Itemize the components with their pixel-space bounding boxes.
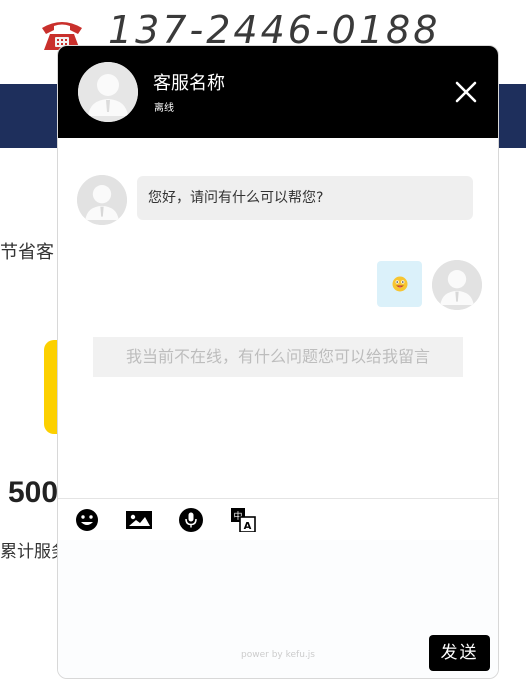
chat-header: 客服名称 离线	[58, 46, 498, 138]
send-button[interactable]: 发送	[429, 635, 490, 671]
chat-toolbar: 中 A	[58, 498, 498, 541]
image-button[interactable]	[125, 508, 152, 532]
agent-message-bubble: 您好，请问有什么可以帮您?	[137, 176, 473, 220]
default-user-icon	[78, 62, 138, 122]
offline-notice: 我当前不在线，有什么问题您可以给我留言	[93, 337, 463, 377]
close-icon	[455, 81, 477, 103]
stat-number: 500	[8, 476, 59, 509]
translate-button[interactable]: 中 A	[230, 508, 256, 533]
svg-text:A: A	[244, 521, 252, 532]
translate-icon: 中 A	[231, 508, 256, 533]
default-user-icon	[432, 260, 482, 310]
agent-message-avatar	[77, 175, 127, 225]
default-user-icon	[77, 175, 127, 225]
agent-avatar	[78, 62, 138, 122]
user-message-bubble	[377, 261, 422, 307]
voice-button[interactable]	[178, 508, 204, 532]
image-icon	[126, 511, 152, 529]
winking-tongue-emoji-icon	[392, 276, 407, 292]
emoji-icon	[76, 509, 98, 531]
chat-window: 客服名称 离线 您好，请问有什么可以帮您? 我当前不在线，有什么问题您可以给我留…	[57, 45, 499, 679]
background-text: 节省客	[0, 242, 54, 263]
close-button[interactable]	[454, 80, 478, 104]
emoji-button[interactable]	[74, 508, 100, 532]
agent-status: 离线	[154, 103, 174, 114]
user-message-avatar	[432, 260, 482, 310]
agent-name: 客服名称	[153, 73, 225, 94]
microphone-icon	[179, 508, 203, 532]
